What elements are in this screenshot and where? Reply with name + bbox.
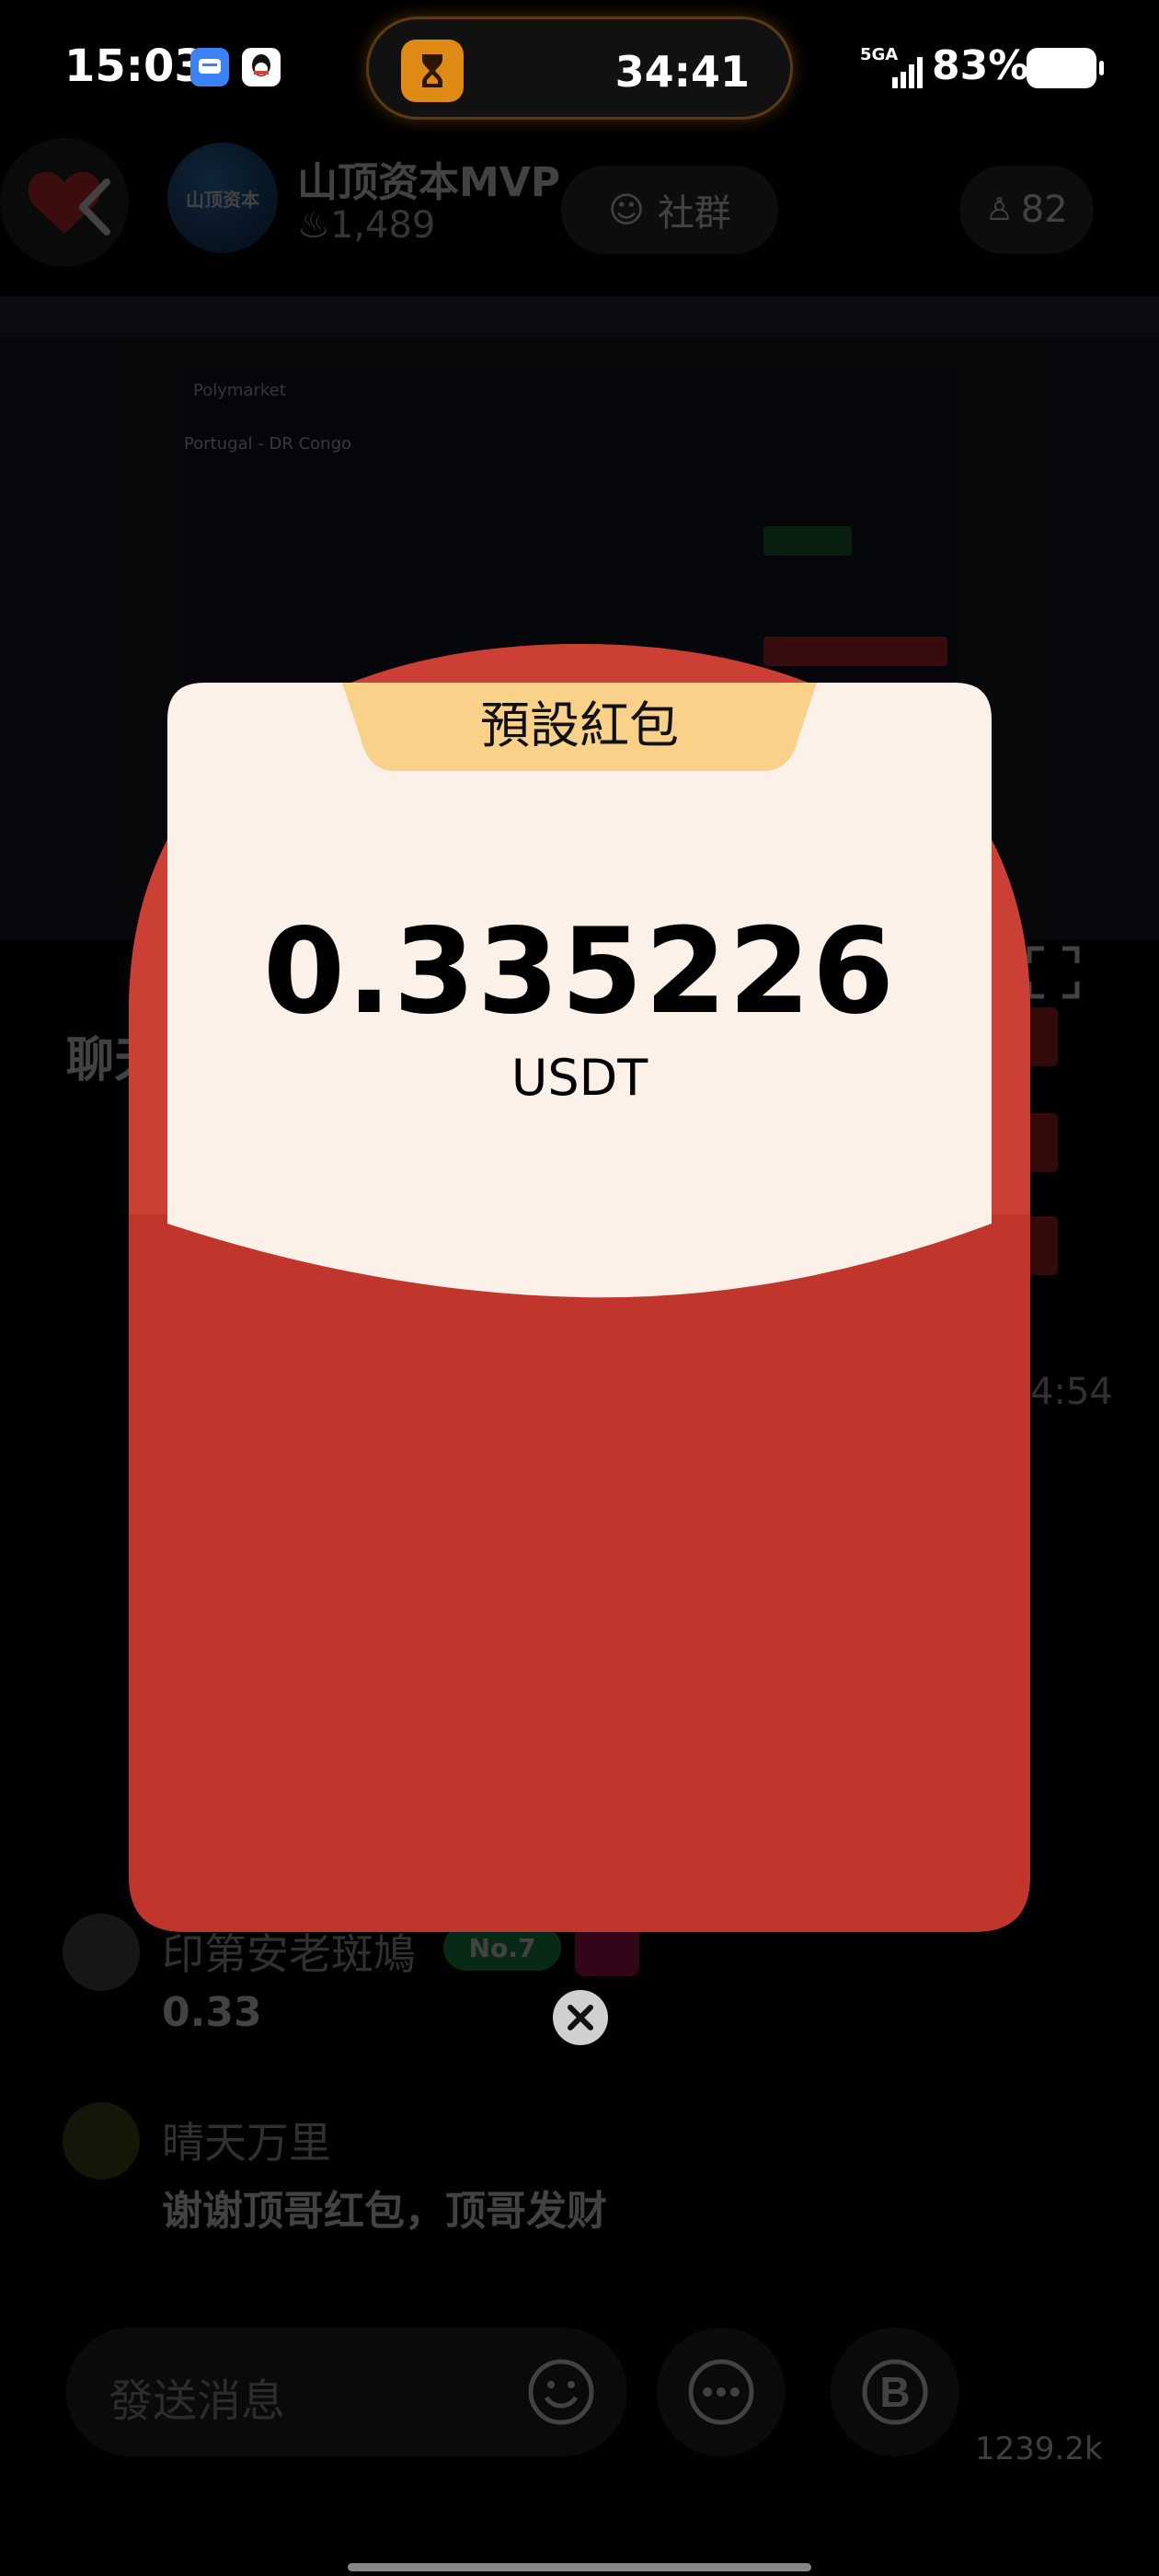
home-indicator[interactable] — [348, 2563, 811, 2571]
red-packet-shape — [129, 644, 1030, 1932]
packet-title: 預設紅包 — [480, 696, 679, 754]
red-packet-card[interactable]: 預設紅包 0.335226 USDT — [129, 644, 1030, 1932]
packet-currency: USDT — [511, 1049, 648, 1107]
close-icon — [568, 2005, 593, 2030]
close-button[interactable] — [553, 1990, 608, 2045]
packet-amount: 0.335226 — [262, 903, 897, 1041]
modal-overlay: 預設紅包 0.335226 USDT — [0, 0, 1159, 2576]
